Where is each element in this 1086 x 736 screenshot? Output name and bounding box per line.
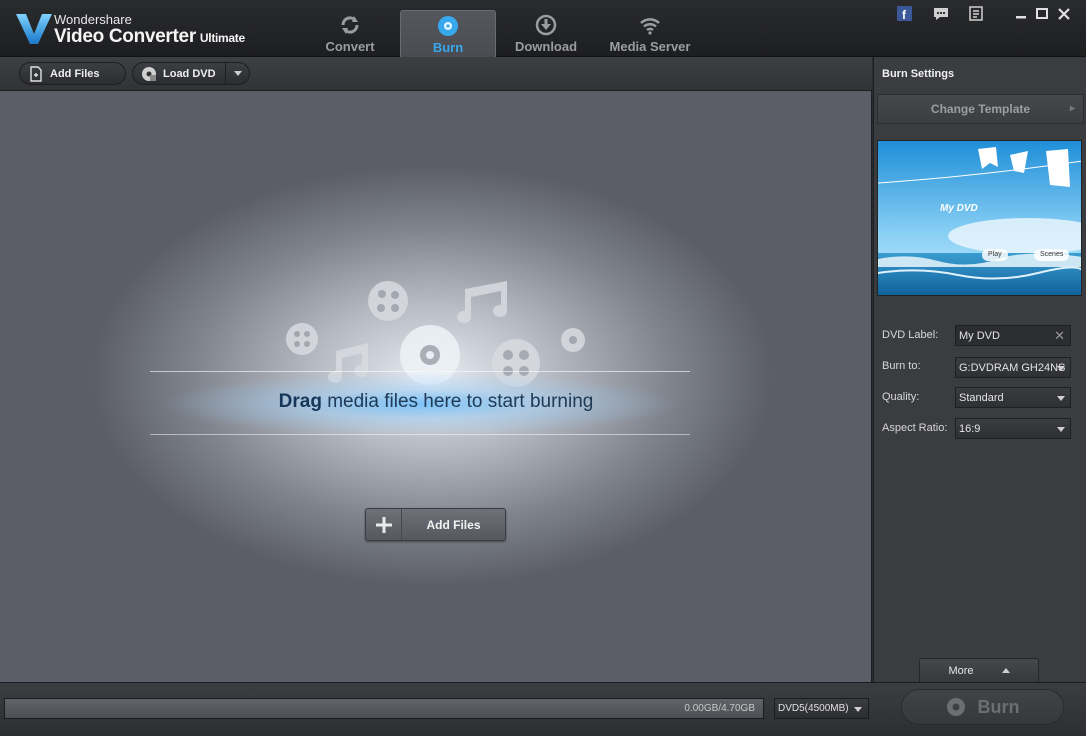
burn-button[interactable]: Burn: [901, 689, 1064, 725]
tab-download[interactable]: Download: [498, 10, 594, 57]
maximize-icon[interactable]: [1033, 6, 1051, 22]
register-icon[interactable]: [968, 6, 986, 22]
change-template-button[interactable]: Change Template ▸: [877, 94, 1084, 124]
drop-area[interactable]: Drag media files here to start burning A…: [0, 91, 872, 682]
download-icon: [535, 14, 557, 36]
burn-to-value: G:DVDRAM GH24NS: [959, 361, 1066, 374]
facebook-icon[interactable]: f: [896, 6, 914, 22]
app-edition: Ultimate: [199, 31, 245, 45]
tab-burn[interactable]: Burn: [400, 10, 496, 57]
app-title-text: Video Converter: [54, 26, 196, 47]
load-dvd-label: Load DVD: [163, 67, 216, 80]
tab-media-server-label: Media Server: [609, 39, 691, 54]
chevron-down-icon: [1057, 366, 1065, 371]
film-reel-icon: [368, 281, 408, 321]
app-title: Video Converter Ultimate: [54, 26, 245, 48]
tab-convert-label: Convert: [325, 39, 375, 54]
bottom-bar: 0.00GB/4.70GB DVD5(4500MB) Burn: [0, 682, 1086, 736]
quality-value: Standard: [959, 391, 1004, 404]
wifi-icon: [640, 18, 660, 35]
film-reel-small-icon: [286, 323, 318, 355]
add-files-label: Add Files: [50, 67, 100, 80]
preview-disc-title: My DVD: [940, 203, 978, 214]
more-label: More: [948, 664, 974, 677]
chevron-down-icon: [1057, 396, 1065, 401]
aspect-ratio-select[interactable]: 16:9: [955, 418, 1071, 439]
title-bar: Wondershare Video Converter Ultimate Conv…: [0, 0, 1086, 57]
burn-settings-title: Burn Settings: [882, 68, 955, 80]
dvd-label-label: DVD Label:: [882, 329, 939, 341]
add-file-icon: [30, 65, 42, 82]
dvd-icon: [142, 66, 156, 81]
tab-download-label: Download: [514, 39, 578, 54]
feedback-icon[interactable]: [932, 6, 950, 22]
close-icon[interactable]: [1055, 6, 1073, 22]
add-files-center-button[interactable]: Add Files: [365, 508, 506, 541]
chevron-up-icon: [1001, 668, 1010, 673]
chevron-down-icon: [233, 71, 242, 76]
disc-capacity-bar: 0.00GB/4.70GB: [4, 698, 764, 719]
quality-label: Quality:: [882, 391, 920, 403]
burn-to-label: Burn to:: [882, 360, 921, 372]
load-dvd-dropdown[interactable]: [225, 63, 249, 84]
aspect-ratio-value: 16:9: [959, 422, 981, 435]
disc-icon: [438, 16, 458, 36]
brand-name: Wondershare: [54, 12, 132, 27]
toolbar: Add Files Load DVD: [0, 57, 872, 91]
add-files-button[interactable]: Add Files: [19, 62, 126, 85]
preview-play-button: Play: [982, 249, 1008, 261]
chevron-right-icon: ▸: [1069, 103, 1075, 114]
chevron-down-icon: [854, 707, 862, 712]
tab-burn-label: Burn: [432, 40, 464, 55]
burn-to-select[interactable]: G:DVDRAM GH24NS: [955, 357, 1071, 378]
drop-instructions-emphasis: Drag: [278, 391, 322, 412]
add-files-center-label: Add Files: [426, 517, 481, 532]
more-button[interactable]: More: [919, 658, 1039, 682]
template-preview-image: [878, 141, 1081, 295]
app-logo-icon: [16, 14, 52, 44]
burn-settings-panel: Burn Settings Change Template ▸ My DVD P…: [873, 57, 1086, 682]
burn-disc-icon: [946, 698, 965, 716]
drop-instructions: Drag media files here to start burning: [0, 391, 872, 413]
preview-scenes-button: Scenes: [1034, 249, 1070, 261]
small-disc-icon: [561, 328, 585, 352]
music-note-icon: [457, 281, 507, 323]
template-preview[interactable]: My DVD Play Scenes: [877, 140, 1082, 296]
tab-convert[interactable]: Convert: [302, 10, 398, 57]
dvd-label-input[interactable]: My DVD ✕: [955, 325, 1071, 346]
drop-instructions-text: media files here to start burning: [321, 391, 594, 412]
disc-type-value: DVD5(4500MB): [778, 703, 849, 714]
plus-icon: [366, 509, 402, 540]
convert-icon: [341, 16, 359, 34]
load-dvd-button[interactable]: Load DVD: [132, 62, 250, 85]
tab-media-server[interactable]: Media Server: [602, 10, 698, 57]
chevron-down-icon: [1057, 427, 1065, 432]
change-template-label: Change Template: [930, 102, 1031, 116]
quality-select[interactable]: Standard: [955, 387, 1071, 408]
burn-label: Burn: [977, 696, 1020, 717]
clear-icon[interactable]: ✕: [1054, 328, 1065, 344]
disc-type-select[interactable]: DVD5(4500MB): [774, 698, 869, 719]
disc-capacity-text: 0.00GB/4.70GB: [684, 703, 755, 714]
aspect-ratio-label: Aspect Ratio:: [882, 422, 948, 434]
dvd-label-value: My DVD: [959, 329, 1000, 342]
minimize-icon[interactable]: [1012, 6, 1030, 22]
